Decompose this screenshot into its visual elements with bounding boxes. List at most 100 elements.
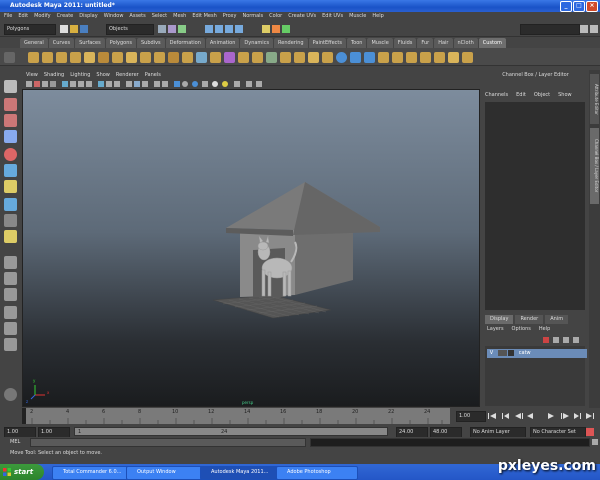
script-editor-icon[interactable] [592,439,598,445]
menu-help[interactable]: Help [372,12,383,21]
save-scene-icon[interactable] [80,25,88,33]
shelf-tab-ncloth[interactable]: nCloth [453,38,478,48]
menu-set-dropdown[interactable]: Polygons [4,24,56,35]
shelf-tab-surfaces[interactable]: Surfaces [75,38,105,48]
viewport-menu-shading[interactable]: Shading [44,71,64,80]
select-tool-icon[interactable] [4,80,17,93]
shelf-tool-icon[interactable] [28,52,39,63]
shelf-tool-icon[interactable] [420,52,431,63]
shelf-tab-fluids[interactable]: Fluids [393,38,417,48]
render-settings-icon[interactable] [282,25,290,33]
layer-tab-render[interactable]: Render [515,315,544,324]
cb-menu-show[interactable]: Show [558,92,572,98]
shelf-tool-icon[interactable] [196,52,207,63]
shelf-menu-icon[interactable] [4,52,15,63]
shelf-tool-icon[interactable] [392,52,403,63]
shelf-tab-animation[interactable]: Animation [205,38,240,48]
shelf-tool-icon[interactable] [210,52,221,63]
selection-mode-dropdown[interactable]: Objects [106,24,154,35]
toggle-attribute-editor-icon[interactable] [580,25,588,33]
menu-edit-mesh[interactable]: Edit Mesh [192,12,216,21]
shelf-tab-painteffects[interactable]: PaintEffects [308,38,346,48]
persp-outliner-layout-icon[interactable] [4,288,17,301]
rotate-tool-icon[interactable] [4,148,17,161]
input-line-field[interactable] [520,24,580,35]
viewport-menu-lighting[interactable]: Lighting [70,71,90,80]
menu-muscle[interactable]: Muscle [349,12,366,21]
shelf-tool-icon[interactable] [70,52,81,63]
shelf-tool-icon[interactable] [378,52,389,63]
viewport-menu-panels[interactable]: Panels [145,71,161,80]
scene-svg[interactable] [23,90,480,407]
task-maya[interactable]: Autodesk Maya 2011... [200,466,282,480]
open-scene-icon[interactable] [70,25,78,33]
cb-menu-channels[interactable]: Channels [485,92,508,98]
menu-normals[interactable]: Normals [242,12,263,21]
house-side-wall[interactable] [295,226,353,295]
cylinder-icon[interactable] [364,52,375,63]
playback-controls[interactable] [486,411,598,421]
snap-grid-icon[interactable] [205,25,213,33]
perspective-viewport[interactable]: x y z persp [22,89,480,407]
show-manipulator-icon[interactable] [4,214,17,227]
command-input[interactable] [30,438,306,447]
shelf-tool-icon[interactable] [140,52,151,63]
shelf-tool-icon[interactable] [462,52,473,63]
shelf-tool-icon[interactable] [182,52,193,63]
layer-menu-layers[interactable]: Layers [487,326,504,332]
minimize-button[interactable]: _ [560,1,572,12]
shelf-tab-hair[interactable]: Hair [434,38,453,48]
cube-icon[interactable] [350,52,361,63]
shelf-tool-icon[interactable] [168,52,179,63]
move-tool-icon[interactable] [4,130,17,143]
auto-key-icon[interactable] [586,428,594,436]
four-view-layout-icon[interactable] [4,272,17,285]
single-perspective-layout-icon[interactable] [4,256,17,269]
shelf-tool-icon[interactable] [56,52,67,63]
layer-visibility-toggle[interactable]: V [487,349,496,358]
shelf-tool-icon[interactable] [448,52,459,63]
maximize-button[interactable]: □ [573,1,585,12]
shelf-tool-icon[interactable] [252,52,263,63]
outliner-layout-icon[interactable] [4,338,17,351]
menu-display[interactable]: Display [79,12,97,21]
shelf-tab-deformation[interactable]: Deformation [165,38,205,48]
last-tool-icon[interactable] [4,230,17,243]
shelf-tool-icon[interactable] [126,52,137,63]
menu-mesh[interactable]: Mesh [173,12,186,21]
universal-manip-icon[interactable] [4,180,17,193]
layer-color-swatch[interactable] [508,349,515,356]
shelf-tab-polygons[interactable]: Polygons [105,38,136,48]
tool-settings-icon[interactable] [4,388,17,401]
shelf-tool-icon[interactable] [154,52,165,63]
shelf-tab-custom[interactable]: Custom [478,38,506,48]
shelf-tab-curves[interactable]: Curves [48,38,75,48]
menu-color[interactable]: Color [269,12,282,21]
persp-hypershade-layout-icon[interactable] [4,322,17,335]
shelf-tool-icon[interactable] [98,52,109,63]
cb-menu-edit[interactable]: Edit [516,92,526,98]
cb-menu-object[interactable]: Object [534,92,550,98]
select-component-icon[interactable] [178,25,186,33]
shelf-tool-icon[interactable] [238,52,249,63]
shelf-tab-dynamics[interactable]: Dynamics [240,38,274,48]
tab-attribute-editor[interactable]: Attribute Editor [590,74,599,124]
shelf-tab-toon[interactable]: Toon [346,38,367,48]
select-object-icon[interactable] [168,25,176,33]
viewport-menu-renderer[interactable]: Renderer [116,71,139,80]
viewport-menu-show[interactable]: Show [96,71,110,80]
menu-create-uvs[interactable]: Create UVs [288,12,316,21]
current-time-marker[interactable] [22,408,26,424]
menu-create[interactable]: Create [57,12,74,21]
task-output-window[interactable]: Output Window [126,466,206,480]
menu-edit[interactable]: Edit [18,12,28,21]
tab-channel-box[interactable]: Channel Box / Layer Editor [590,128,599,204]
layer-tab-anim[interactable]: Anim [545,315,569,324]
menu-file[interactable]: File [4,12,12,21]
snap-point-icon[interactable] [225,25,233,33]
range-slider[interactable]: 1 24 [74,427,388,436]
current-frame-field[interactable]: 1.00 [456,411,486,422]
timeline-ruler[interactable]: 2 4 6 8 10 12 14 16 18 20 22 24 [22,408,450,424]
shelf-tool-icon[interactable] [308,52,319,63]
shelf-tool-icon[interactable] [294,52,305,63]
